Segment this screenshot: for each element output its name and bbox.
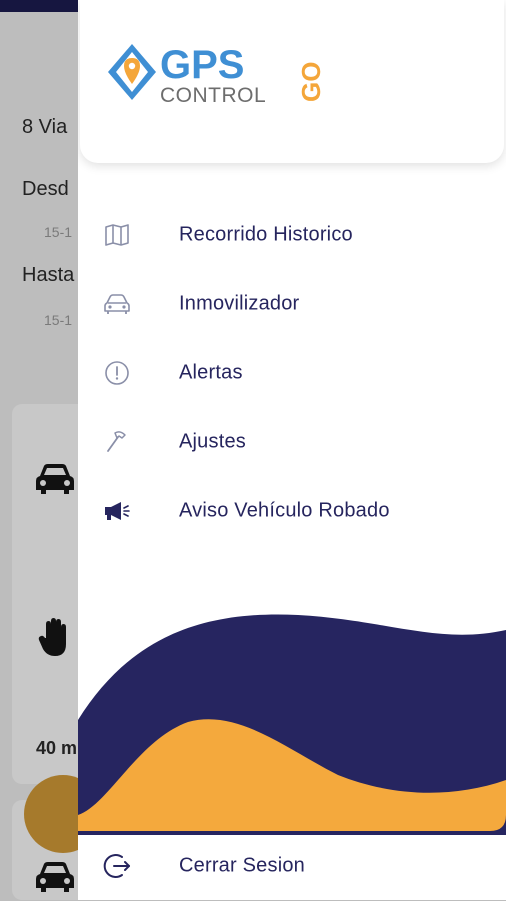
duration-text: 40 m	[36, 738, 78, 758]
menu-item-label: Recorrido Historico	[179, 223, 353, 245]
decorative-wave	[78, 614, 506, 835]
menu-item-ajustes[interactable]: Ajustes	[78, 407, 506, 476]
map-icon	[102, 220, 132, 250]
logo-gps-text: GPS	[160, 43, 244, 87]
car-icon	[34, 860, 76, 901]
car-icon	[102, 289, 132, 319]
logo-go-text: GO	[296, 62, 324, 102]
hand-stop-icon	[38, 618, 70, 665]
trip-count-text: 8 Via	[22, 116, 68, 138]
logout-label: Cerrar Sesion	[179, 854, 305, 877]
logout-icon	[102, 851, 132, 881]
menu-item-inmovilizador[interactable]: Inmovilizador	[78, 269, 506, 338]
menu-item-alertas[interactable]: Alertas	[78, 338, 506, 407]
logo-control-text: CONTROL	[160, 84, 266, 107]
drawer-header: GPS CONTROL GO	[80, 0, 504, 163]
gps-control-go-logo: GPS CONTROL GO	[108, 43, 324, 107]
navigation-drawer: GPS CONTROL GO Recorrido Historico Inmov…	[78, 0, 506, 900]
from-label: Desd	[22, 178, 69, 200]
alert-circle-icon	[102, 358, 132, 388]
to-date: 15-1	[44, 312, 73, 328]
menu-item-recorrido-historico[interactable]: Recorrido Historico	[78, 200, 506, 269]
menu-item-label: Aviso Vehículo Robado	[179, 499, 390, 521]
from-date: 15-1	[44, 224, 73, 240]
to-label: Hasta	[22, 264, 75, 286]
drawer-menu: Recorrido Historico Inmovilizador Alerta…	[78, 200, 506, 545]
menu-item-label: Ajustes	[179, 430, 246, 452]
hammer-icon	[102, 427, 132, 457]
megaphone-icon	[102, 496, 132, 526]
menu-item-label: Inmovilizador	[179, 292, 300, 314]
menu-item-label: Alertas	[179, 361, 243, 383]
car-icon	[34, 462, 76, 503]
menu-item-aviso-vehiculo-robado[interactable]: Aviso Vehículo Robado	[78, 476, 506, 545]
logout-button[interactable]: Cerrar Sesion	[78, 836, 506, 896]
